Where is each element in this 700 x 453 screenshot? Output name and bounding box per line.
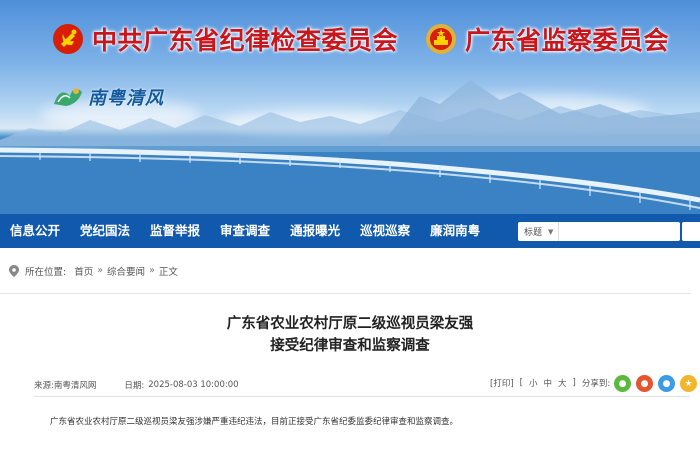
nav-item-supervision-report[interactable]: 监督举报 <box>140 214 210 248</box>
weibo-share-icon[interactable]: ● <box>636 375 653 392</box>
national-emblem-icon <box>426 24 456 54</box>
nav-item-party-discipline[interactable]: 党纪国法 <box>70 214 140 248</box>
source-label: 来源: <box>34 380 54 391</box>
breadcrumb-prefix: 所在位置: <box>25 266 67 278</box>
header-banner: 中共广东省纪律检查委员会 广东省监察委员会 南粤清风 <box>0 0 700 214</box>
share-icons: ● ● ● ★ <box>614 375 700 392</box>
search-box: 标题 ▼ <box>518 222 680 241</box>
date-value: 2025-08-03 10:00:00 <box>148 379 239 390</box>
breadcrumb-news[interactable]: 综合要闻 <box>107 264 145 278</box>
site-title-left: 中共广东省纪律检查委员会 <box>52 22 398 56</box>
font-large-button[interactable]: 大 <box>558 377 567 389</box>
search-type-select[interactable]: 标题 ▼ <box>518 222 559 241</box>
qq-share-icon[interactable]: ● <box>658 375 675 392</box>
chevron-down-icon: ▼ <box>548 227 554 236</box>
search-input[interactable] <box>559 223 680 240</box>
nav-item-notifications[interactable]: 通报曝光 <box>280 214 350 248</box>
font-medium-button[interactable]: 中 <box>543 377 552 389</box>
date-label: 日期: <box>124 380 145 391</box>
article-title: 广东省农业农村厅原二级巡视员梁友强 接受纪律审查和监察调查 <box>0 313 700 357</box>
print-button[interactable]: [打印] <box>490 377 514 389</box>
title-left-text: 中共广东省纪律检查委员会 <box>92 26 399 55</box>
title-right-text: 广东省监察委员会 <box>465 26 670 55</box>
breadcrumb-current: 正文 <box>158 266 178 278</box>
font-size-bracket: ] <box>572 378 576 388</box>
breadcrumb-separator: » <box>149 265 155 276</box>
search-button[interactable] <box>682 222 700 241</box>
breadcrumb-home[interactable]: 首页 <box>74 264 93 278</box>
source-value: 南粤清风网 <box>53 380 97 391</box>
main-nav: 信息公开 党纪国法 监督举报 审查调查 通报曝光 巡视巡察 廉润南粤 标题 ▼ <box>0 214 700 248</box>
nav-item-info-disclosure[interactable]: 信息公开 <box>0 214 70 248</box>
search-type-value: 标题 <box>524 228 543 238</box>
article-tools: [打印] [ 小 中 大 ] 分享到: <box>490 377 616 389</box>
article-body: 广东省农业农村厅原二级巡视员梁友强涉嫌严重违纪违法，目前正接受广东省纪委监委纪律… <box>50 417 459 427</box>
site-logo[interactable]: 南粤清风 <box>50 82 164 112</box>
party-emblem-icon <box>53 24 83 54</box>
share-label: 分享到: <box>581 379 611 389</box>
wechat-share-icon[interactable]: ● <box>614 375 631 392</box>
nav-item-inspection[interactable]: 巡视巡察 <box>350 214 420 248</box>
site-title-right: 广东省监察委员会 <box>425 22 669 56</box>
breadcrumb-separator: » <box>97 265 104 276</box>
article-title-line1: 广东省农业农村厅原二级巡视员梁友强 <box>226 316 474 332</box>
logo-text: 南粤清风 <box>88 88 164 109</box>
lotus-logo-icon <box>54 88 82 106</box>
font-size-bracket: [ <box>519 378 523 388</box>
location-pin-icon <box>9 264 19 277</box>
article-meta-bar: 来源: 南粤清风网 日期: 2025-08-03 10:00:00 [打印] [… <box>34 373 697 397</box>
nav-item-integrity[interactable]: 廉润南粤 <box>420 214 490 248</box>
nav-item-review-investigation[interactable]: 审查调查 <box>210 214 280 248</box>
favorite-star-icon[interactable]: ★ <box>680 375 697 392</box>
breadcrumb: 所在位置: 首页 » 综合要闻 » 正文 <box>0 248 691 294</box>
article-title-line2: 接受纪律审查和监察调查 <box>270 338 430 354</box>
font-small-button[interactable]: 小 <box>529 377 538 389</box>
